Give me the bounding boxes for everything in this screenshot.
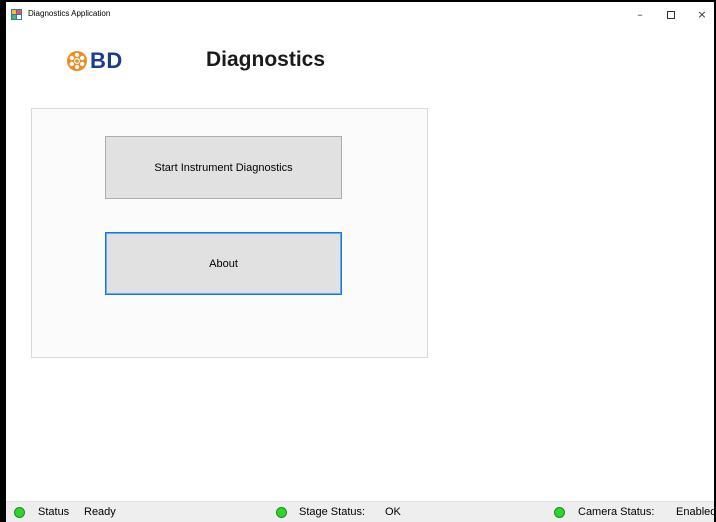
start-instrument-diagnostics-button[interactable]: Start Instrument Diagnostics <box>105 136 342 199</box>
stage-status-indicator-icon <box>276 507 287 518</box>
stage-status-value: OK <box>385 506 401 518</box>
status-value: Ready <box>84 506 116 518</box>
title-bar[interactable]: Diagnostics Application – × <box>6 2 714 34</box>
bd-logo-icon <box>67 51 87 71</box>
status-bar: Status Ready Stage Status: OK Camera Sta… <box>6 501 716 522</box>
maximize-button[interactable] <box>661 8 681 22</box>
app-icon <box>11 9 22 20</box>
camera-status-value: Enabled <box>676 506 716 518</box>
about-button[interactable]: About <box>105 232 342 295</box>
actions-panel: Start Instrument Diagnostics About <box>31 108 428 358</box>
status-label: Status <box>38 506 70 518</box>
bd-logo: BD <box>67 48 147 73</box>
camera-status-label: Camera Status: <box>578 506 655 518</box>
app-header: BD Diagnostics <box>6 34 714 94</box>
stage-status-label: Stage Status: <box>299 506 366 518</box>
maximize-icon <box>667 11 675 19</box>
window-title: Diagnostics Application <box>28 9 111 18</box>
page-title: Diagnostics <box>206 48 326 71</box>
status-indicator-icon <box>14 507 25 518</box>
minimize-button[interactable]: – <box>630 8 650 22</box>
app-window: Diagnostics Application – × BD Diagnosti… <box>0 0 716 522</box>
camera-status-indicator-icon <box>554 507 565 518</box>
logo-text: BD <box>90 48 123 73</box>
close-button[interactable]: × <box>692 8 712 22</box>
